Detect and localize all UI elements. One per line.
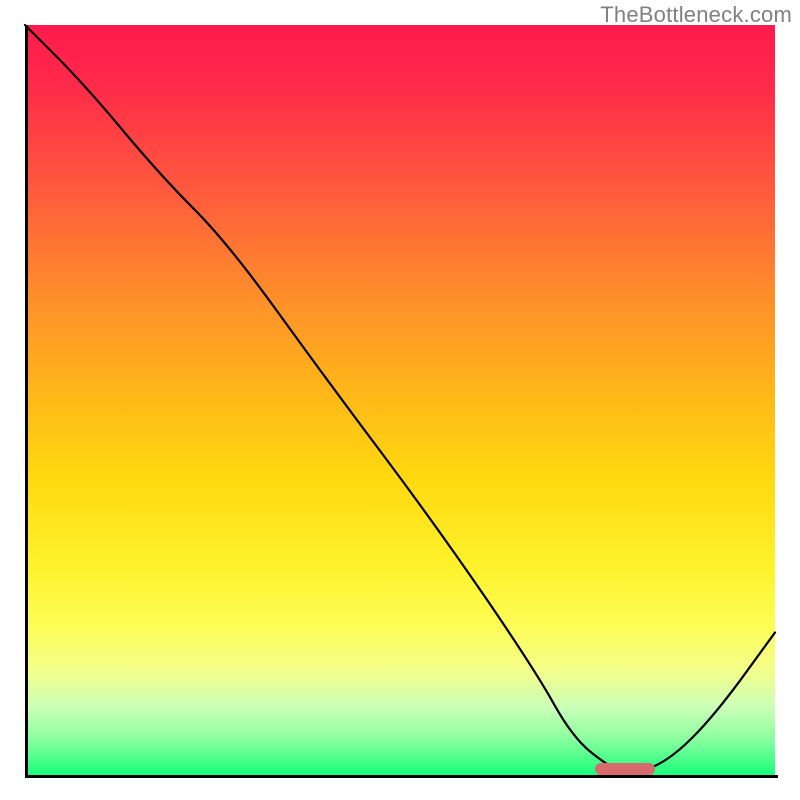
chart-container: TheBottleneck.com [0, 0, 800, 800]
bottleneck-curve-line [25, 25, 775, 773]
chart-svg-layer [25, 25, 775, 775]
y-axis-line [25, 25, 28, 778]
watermark-text: TheBottleneck.com [600, 2, 792, 28]
optimal-range-marker [595, 763, 655, 775]
x-axis-line [25, 775, 778, 778]
